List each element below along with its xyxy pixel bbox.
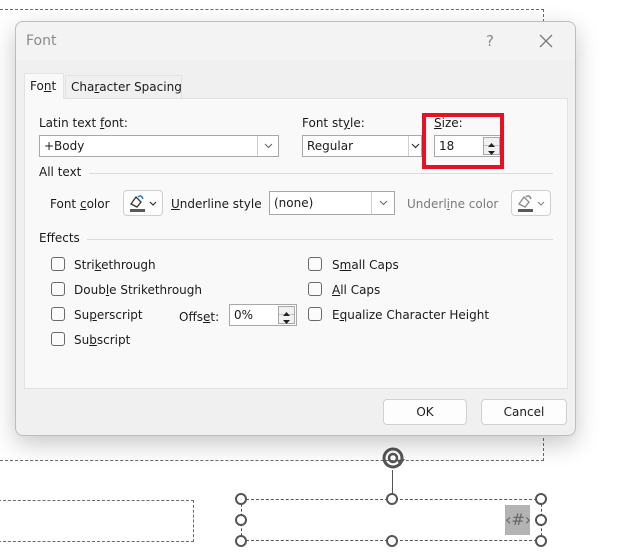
dialog-title: Font bbox=[26, 33, 57, 49]
tab-character-spacing[interactable]: Character Spacing bbox=[65, 75, 182, 99]
ok-button[interactable]: OK bbox=[383, 399, 467, 425]
cancel-button[interactable]: Cancel bbox=[481, 399, 567, 425]
all-caps-checkbox[interactable] bbox=[308, 282, 322, 296]
chevron-down-icon[interactable] bbox=[257, 136, 278, 156]
underline-style-value: (none) bbox=[274, 196, 314, 210]
subscript-label[interactable]: Subscript bbox=[74, 333, 130, 347]
equalize-character-height-checkbox[interactable] bbox=[308, 307, 322, 321]
footer-placeholder[interactable] bbox=[0, 500, 194, 542]
resize-handle-bc[interactable] bbox=[386, 535, 398, 547]
superscript-label[interactable]: Superscript bbox=[74, 308, 143, 322]
size-highlight-annotation bbox=[422, 113, 504, 169]
strikethrough-checkbox[interactable] bbox=[51, 257, 65, 271]
resize-handle-tc[interactable] bbox=[386, 493, 398, 505]
font-color-label: Font color bbox=[50, 197, 110, 211]
superscript-checkbox[interactable] bbox=[51, 307, 65, 321]
underline-style-combo[interactable]: (none) bbox=[269, 191, 395, 215]
section-divider bbox=[89, 173, 553, 174]
latin-font-value: +Body bbox=[44, 139, 85, 153]
all-caps-label[interactable]: All Caps bbox=[332, 283, 380, 297]
small-caps-checkbox[interactable] bbox=[308, 257, 322, 271]
offset-spin-buttons bbox=[278, 306, 295, 324]
spin-up-icon[interactable] bbox=[279, 307, 294, 316]
spin-down-icon[interactable] bbox=[279, 315, 294, 324]
double-strikethrough-label[interactable]: Double Strikethrough bbox=[74, 283, 202, 297]
effects-section-label: Effects bbox=[39, 231, 80, 245]
resize-handle-mr[interactable] bbox=[535, 514, 547, 526]
latin-font-label: Latin text font: bbox=[39, 116, 128, 130]
dialog-titlebar: Font ? bbox=[16, 22, 575, 60]
slide-number-field: ‹#› bbox=[505, 505, 531, 535]
rotate-icon[interactable] bbox=[379, 444, 407, 472]
underline-color-button[interactable] bbox=[511, 190, 551, 216]
font-dialog: Font ? Font Character Spacing Latin text… bbox=[15, 21, 576, 436]
latin-font-combo[interactable]: +Body bbox=[39, 135, 279, 157]
section-divider bbox=[87, 239, 553, 240]
all-text-section-label: All text bbox=[39, 165, 82, 179]
offset-value: 0% bbox=[234, 308, 254, 322]
chevron-down-icon[interactable] bbox=[371, 192, 394, 214]
close-icon[interactable] bbox=[534, 29, 558, 53]
resize-handle-tl[interactable] bbox=[235, 493, 247, 505]
strikethrough-label[interactable]: Strikethrough bbox=[74, 258, 156, 272]
font-style-combo[interactable]: Regular bbox=[302, 135, 422, 157]
small-caps-label[interactable]: Small Caps bbox=[332, 258, 399, 272]
offset-spinner[interactable]: 0% bbox=[229, 304, 297, 326]
font-style-value: Regular bbox=[307, 139, 354, 153]
font-color-button[interactable] bbox=[123, 190, 163, 216]
chevron-down-icon[interactable] bbox=[408, 136, 421, 156]
rotation-handle-stem bbox=[392, 470, 393, 494]
underline-style-label: Underline style bbox=[171, 197, 262, 211]
double-strikethrough-checkbox[interactable] bbox=[51, 282, 65, 296]
resize-handle-ml[interactable] bbox=[235, 514, 247, 526]
equalize-character-height-label[interactable]: Equalize Character Height bbox=[332, 308, 489, 322]
subscript-checkbox[interactable] bbox=[51, 332, 65, 346]
paint-bucket-icon bbox=[518, 195, 545, 212]
help-button[interactable]: ? bbox=[479, 30, 501, 52]
resize-handle-tr[interactable] bbox=[535, 493, 547, 505]
font-style-label: Font style: bbox=[302, 116, 365, 130]
paint-bucket-icon bbox=[130, 195, 157, 212]
resize-handle-bl[interactable] bbox=[235, 535, 247, 547]
tab-font[interactable]: Font bbox=[24, 73, 64, 99]
underline-color-label: Underline color bbox=[407, 197, 499, 211]
resize-handle-br[interactable] bbox=[535, 535, 547, 547]
offset-label: Offset: bbox=[179, 310, 220, 324]
